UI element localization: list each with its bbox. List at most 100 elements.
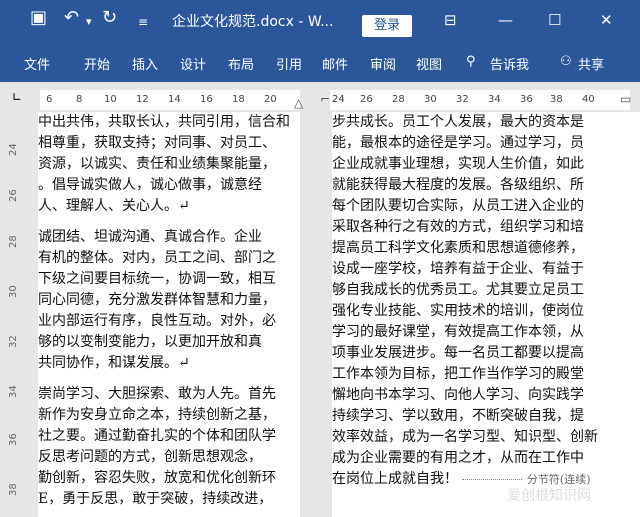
text-line: 同心同德，充分激发群体智慧和力量， xyxy=(38,292,276,308)
ruler-tick: 32 xyxy=(456,94,469,105)
text-line: 资源，以诚实、责任和业绩集聚能量， xyxy=(38,156,276,172)
redo-icon[interactable]: ↻ xyxy=(102,8,117,28)
text-line: 诚团结、坦诚沟通、真诚合作。企业 xyxy=(38,229,262,245)
ruler-tick: 38 xyxy=(550,94,563,105)
text-line: 中出共伟，共取长认，共同引用，信合和 xyxy=(38,114,290,130)
ruler-tick: 16 xyxy=(200,94,213,105)
watermark: 爱创根知识网 xyxy=(507,488,591,504)
vruler-tick: 32 xyxy=(8,335,19,348)
text-line: 学习的最好课堂，有效提高工作本领，从 xyxy=(332,324,584,340)
ruler-tick: 8 xyxy=(76,94,83,105)
tab-review[interactable]: 审阅 xyxy=(370,54,396,73)
ruler-tick: 40 xyxy=(582,94,595,105)
undo-dropdown-icon[interactable]: ▾ xyxy=(86,12,92,32)
customize-toolbar-icon[interactable]: ≡ xyxy=(138,12,148,32)
text-line: 每个团队要切合实际，从员工进入企业的 xyxy=(332,198,584,214)
right-margin-icon[interactable]: ▭ xyxy=(620,92,631,106)
text-line: 新作为安身立命之本，持续创新之基， xyxy=(38,407,276,423)
section-break-dots xyxy=(462,478,523,480)
text-line: 业内部运行有序，良性互动。对外，必 xyxy=(38,313,276,329)
save-icon[interactable]: ▣ xyxy=(30,8,47,28)
vruler-tick: 38 xyxy=(8,483,19,496)
share-icon[interactable]: ⚇ xyxy=(560,54,572,69)
text-line: 步共成长。员工个人发展，最大的资本是 xyxy=(332,114,584,130)
share-button[interactable]: 共享 xyxy=(578,54,604,73)
indent-marker-icon[interactable]: △ xyxy=(294,96,303,110)
text-line: 工作本领为目标，把工作当作学习的殿堂 xyxy=(332,366,584,382)
tab-layout[interactable]: 布局 xyxy=(228,54,254,73)
text-line: 共同协作，和谋发展。↵ xyxy=(38,355,190,371)
ruler-tick: 30 xyxy=(424,94,437,105)
text-line: 相尊重，获取支持；对同事、对员工、 xyxy=(38,135,276,151)
search-icon[interactable]: ⚲ xyxy=(466,54,476,69)
vruler-tick: 36 xyxy=(8,433,19,446)
maximize-button[interactable]: ☐ xyxy=(548,10,561,30)
ruler-tick: 14 xyxy=(168,94,181,105)
text-line: 强化专业技能、实用技术的培训，使岗位 xyxy=(332,303,584,319)
text-line: 下级之间要目标统一，协调一致，相互 xyxy=(38,271,276,287)
ruler-tick: 28 xyxy=(392,94,405,105)
column-marker-icon[interactable]: ⌐ xyxy=(320,92,330,106)
ruler-tick: 12 xyxy=(136,94,149,105)
tab-references[interactable]: 引用 xyxy=(276,54,302,73)
text-line: 够的以变制变能力，以更加开放和真 xyxy=(38,334,262,350)
text-line: 能，最根本的途径是学习。通过学习，员 xyxy=(332,135,584,151)
vruler-tick: 34 xyxy=(8,385,19,398)
text-line: 成为企业需要的有用之才，从而在工作中 xyxy=(332,450,584,466)
vruler-tick: 24 xyxy=(8,143,19,156)
tab-insert[interactable]: 插入 xyxy=(132,54,158,73)
ruler-tick: 34 xyxy=(488,94,501,105)
text-line: 人、理解人、关心人。↵ xyxy=(38,198,190,214)
ruler-tick: 10 xyxy=(104,94,117,105)
text-line: 企业成就事业理想，实现人生价值，如此 xyxy=(332,156,584,172)
ribbon-display-icon[interactable]: ⊟ xyxy=(444,10,457,30)
vruler-tick: 26 xyxy=(8,189,19,202)
text-line: 采取各种行之有效的方式，组织学习和培 xyxy=(332,219,584,235)
ribbon-tabs: 文件 开始 插入 设计 布局 引用 邮件 审阅 视图 ⚲ 告诉我 ⚇ 共享 xyxy=(0,52,640,82)
text-line: 够自我成长的优秀员工。尤其要立足员工 xyxy=(332,282,584,298)
title-bar: ▣ ↶ ▾ ↻ ≡ 企业文化规范.docx - W... 登录 ⊟ — ☐ ✕ xyxy=(0,0,640,52)
text-line: 反思考问题的方式，创新思想观念， xyxy=(38,449,262,465)
tab-selector-icon[interactable]: ∟ xyxy=(12,90,22,104)
text-line: 提高员工科学文化素质和思想道德修养， xyxy=(332,240,584,256)
tab-home[interactable]: 开始 xyxy=(84,54,110,73)
ruler-tick: 24 xyxy=(332,94,345,105)
text-line: 。倡导诚实做人，诚心做事，诚意经 xyxy=(38,177,262,193)
login-button[interactable]: 登录 xyxy=(362,15,412,37)
text-line: E，勇于反思，敢于突破，持续改进， xyxy=(38,491,273,507)
ruler-tick: 26 xyxy=(360,94,373,105)
minimize-button[interactable]: — xyxy=(498,10,513,30)
document-title: 企业文化规范.docx - W... xyxy=(172,14,334,30)
text-line: 项事业发展进步。每一名员工都要以提高 xyxy=(332,345,584,361)
text-line: 有机的整体。对内，员工之间、部门之 xyxy=(38,250,276,266)
text-line: 效率效益，成为一名学习型、知识型、创新 xyxy=(332,429,598,445)
tab-file[interactable]: 文件 xyxy=(24,54,50,73)
tab-view[interactable]: 视图 xyxy=(416,54,442,73)
text-line: 社之要。通过勤奋扎实的个体和团队学 xyxy=(38,428,276,444)
tab-design[interactable]: 设计 xyxy=(180,54,206,73)
text-line: 崇尚学习、大胆探索、敢为人先。首先 xyxy=(38,386,276,402)
text-line xyxy=(38,217,300,227)
document-right-column[interactable]: 步共成长。员工个人发展，最大的资本是 能，最根本的途径是学习。通过学习，员 企业… xyxy=(332,112,640,517)
text-line xyxy=(38,374,300,384)
horizontal-ruler[interactable]: ∟ 6 8 10 12 14 16 18 20 △ ⌐ 24 26 28 30 … xyxy=(0,84,640,114)
text-line: 勤创新，容忍失败，放宽和优化创新环 xyxy=(38,470,276,486)
last-line: 在岗位上成就自我！ 分节符(连续) xyxy=(332,469,640,490)
vruler-tick: 30 xyxy=(8,285,19,298)
text-line: 设成一座学校，培养有益于企业、有益于 xyxy=(332,261,584,277)
text-line: 持续学习、学以致用，不断突破自我，提 xyxy=(332,408,584,424)
vruler-tick: 28 xyxy=(8,235,19,248)
document-left-column[interactable]: 中出共伟，共取长认，共同引用，信合和 相尊重，获取支持；对同事、对员工、 资源，… xyxy=(38,112,300,517)
undo-icon[interactable]: ↶ xyxy=(64,8,79,28)
ruler-tick: 20 xyxy=(264,94,277,105)
text-line: 在岗位上成就自我！ xyxy=(332,471,458,487)
text-line: 就能获得最大程度的发展。各级组织、所 xyxy=(332,177,584,193)
ruler-tick: 6 xyxy=(46,94,53,105)
ruler-tick: 18 xyxy=(232,94,245,105)
tell-me-input[interactable]: 告诉我 xyxy=(490,54,529,73)
ruler-tick: 36 xyxy=(520,94,533,105)
close-button[interactable]: ✕ xyxy=(600,10,613,30)
tab-mailings[interactable]: 邮件 xyxy=(322,54,348,73)
text-line: 懈地向书本学习、向他人学习、向实践学 xyxy=(332,387,584,403)
vertical-ruler[interactable]: 24 26 28 30 32 34 36 38 xyxy=(6,118,30,517)
